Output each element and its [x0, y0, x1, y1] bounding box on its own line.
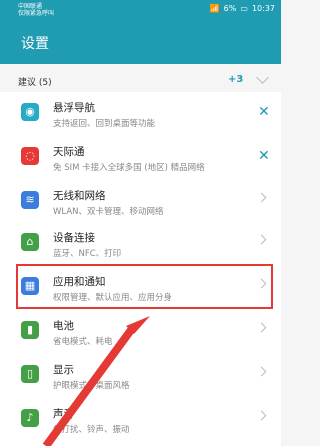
annotation-arrow: [42, 316, 150, 446]
arrow-shaft: [42, 327, 135, 446]
